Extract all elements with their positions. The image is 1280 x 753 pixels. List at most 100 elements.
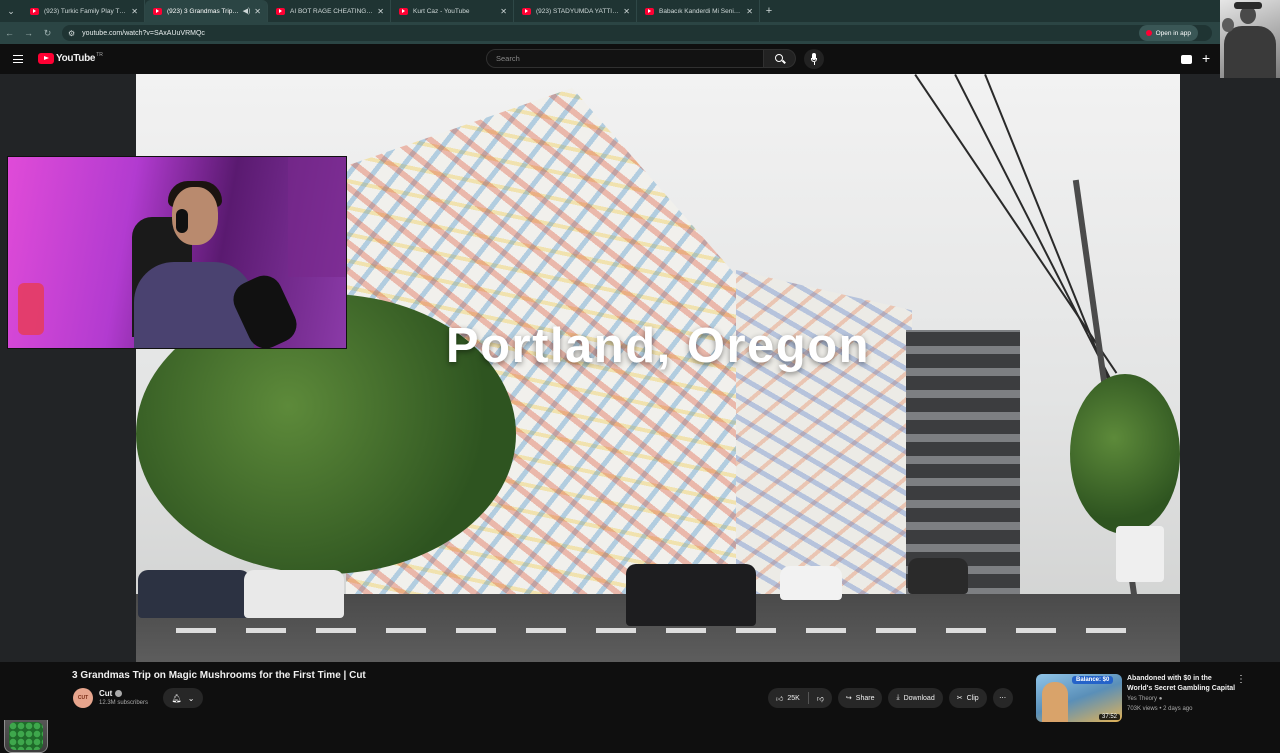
share-label: Share	[855, 694, 875, 702]
tab-close-icon[interactable]: ✕	[623, 7, 630, 16]
open-in-app-label: Open in app	[1155, 29, 1191, 37]
headset-icon	[176, 209, 188, 233]
tab-audio-icon[interactable]: ◀)	[243, 7, 251, 15]
url-text: youtube.com/watch?v=SAxAUuVRMQc	[82, 29, 205, 37]
channel-name-text: Cut	[99, 689, 113, 698]
reload-icon[interactable]: ↻	[38, 28, 57, 39]
divider	[807, 692, 809, 704]
thumbs-down-icon: 👎︎	[816, 695, 824, 703]
video-info: 3 Grandmas Trip on Magic Mushrooms for t…	[0, 662, 1280, 722]
youtube-play-icon	[38, 53, 54, 64]
url-field[interactable]: ⚙ youtube.com/watch?v=SAxAUuVRMQc	[62, 25, 1212, 41]
recommended-video-thumbnail[interactable]: Balance: $0 37:52	[1036, 674, 1122, 722]
tab-title: (923) Turkic Family Play The Te...	[44, 7, 127, 15]
cast-icon[interactable]	[1181, 55, 1192, 64]
tab-close-icon[interactable]: ✕	[377, 7, 384, 16]
forward-arrow-icon[interactable]: →	[19, 28, 38, 38]
thumbnail-badge: Balance: $0	[1072, 676, 1114, 684]
youtube-favicon-icon	[522, 7, 531, 15]
video-duration: 37:52	[1098, 714, 1120, 720]
car	[908, 558, 968, 594]
tab-title: AI BOT RAGE CHEATING ON PA...	[290, 7, 374, 15]
tab-title: Babacık Kanderdi Mi Seni? - You...	[659, 7, 742, 15]
video-actions: 👍︎ 25K 👎︎ ↪ Share ⤓ Download ✂ Clip ⋯	[768, 688, 1013, 708]
tab-close-icon[interactable]: ✕	[500, 7, 507, 16]
channel-name[interactable]: Cut	[99, 689, 123, 698]
new-tab-icon[interactable]: +	[760, 5, 778, 17]
car	[244, 570, 344, 618]
car	[138, 570, 250, 618]
jar-contents	[9, 722, 43, 750]
site-settings-icon[interactable]: ⚙	[68, 29, 75, 38]
create-plus-icon[interactable]: +	[1202, 51, 1210, 65]
tab-search-menu-icon[interactable]: ⌄	[0, 0, 22, 22]
more-horizontal-icon: ⋯	[999, 695, 1007, 702]
car	[780, 566, 842, 600]
corner-cam-coat	[1224, 26, 1276, 78]
channel-avatar[interactable]: CUT	[73, 688, 93, 708]
drink-bottle	[18, 283, 44, 335]
search-button[interactable]	[764, 49, 796, 68]
hamburger-menu-icon[interactable]	[13, 55, 23, 63]
browser-tab-2[interactable]: (923) 3 Grandmas Trip on M... ◀) ✕	[145, 0, 268, 22]
like-button[interactable]: 👍︎ 25K	[776, 694, 800, 703]
video-title: 3 Grandmas Trip on Magic Mushrooms for t…	[72, 670, 366, 681]
search-input[interactable]: Search	[486, 49, 764, 68]
share-button[interactable]: ↪ Share	[837, 688, 883, 708]
dislike-button[interactable]: 👎︎	[817, 694, 824, 703]
car	[626, 564, 756, 626]
tab-close-icon[interactable]: ✕	[746, 7, 753, 16]
verified-icon: ●	[1158, 696, 1163, 702]
browser-tab-6[interactable]: Babacık Kanderdi Mi Seni? - You... ✕	[637, 0, 760, 22]
address-bar-row: ← → ↻ ⚙ youtube.com/watch?v=SAxAUuVRMQc …	[0, 22, 1280, 44]
browser-tab-3[interactable]: AI BOT RAGE CHEATING ON PA... ✕	[268, 0, 391, 22]
webcam-window	[288, 157, 346, 277]
tab-title: (923) 3 Grandmas Trip on M...	[167, 7, 240, 15]
open-in-app-button[interactable]: Open in app	[1138, 25, 1198, 41]
youtube-logo[interactable]: YouTube TR	[38, 52, 103, 64]
tab-close-icon[interactable]: ✕	[131, 7, 138, 16]
browser-tab-5[interactable]: (923) STADYUMDA YATTIĞIN YE... ✕	[514, 0, 637, 22]
recommended-channel[interactable]: Yes Theory ●	[1127, 696, 1162, 702]
chevron-down-icon: ⌄	[187, 693, 195, 703]
corner-webcam-image	[1220, 0, 1280, 78]
region-code: TR	[96, 52, 103, 58]
more-vertical-icon[interactable]: ⋮	[1236, 674, 1246, 685]
clip-label: Clip	[966, 694, 979, 702]
verified-icon	[115, 690, 123, 697]
browser-tab-strip: ⌄ (923) Turkic Family Play The Te... ✕ (…	[0, 0, 1280, 22]
share-icon: ↪	[845, 695, 852, 702]
subscriber-count: 12.3M subscribers	[99, 700, 149, 706]
video-player[interactable]: Portland, Oregon	[0, 74, 1280, 753]
download-button[interactable]: ⤓ Download	[888, 688, 943, 708]
youtube-favicon-icon	[645, 7, 654, 15]
recommended-video-meta: 703K views • 2 days ago	[1127, 706, 1193, 712]
back-arrow-icon[interactable]: ←	[0, 28, 19, 38]
recommended-video-title[interactable]: Abandoned with $0 in the World's Secret …	[1127, 674, 1237, 694]
like-count: 25K	[787, 694, 800, 702]
youtube-wordmark: YouTube	[56, 53, 96, 64]
browser-tab-1[interactable]: (923) Turkic Family Play The Te... ✕	[22, 0, 145, 22]
youtube-favicon-icon	[30, 7, 39, 15]
youtube-header: YouTube TR Search +	[0, 44, 1280, 74]
microphone-icon-foot	[813, 62, 815, 65]
clip-button[interactable]: ✂ Clip	[948, 688, 987, 708]
streamer-webcam	[7, 156, 347, 349]
corner-cam-head-2	[1222, 18, 1234, 32]
thumbnail-person	[1042, 682, 1068, 722]
corner-cam-hat	[1234, 2, 1262, 9]
more-actions-button[interactable]: ⋯	[992, 688, 1013, 708]
voice-search-button[interactable]	[804, 49, 824, 69]
truck	[1116, 526, 1164, 582]
tab-title: Kurt Caz - YouTube	[413, 7, 470, 15]
bell-icon: 🔔︎	[171, 693, 182, 703]
youtube-favicon-icon	[276, 7, 285, 15]
thumbs-up-icon: 👍︎	[776, 695, 784, 703]
scissors-icon: ✂	[956, 695, 963, 702]
browser-tab-4[interactable]: Kurt Caz - YouTube ✕	[391, 0, 514, 22]
tab-title: (923) STADYUMDA YATTIĞIN YE...	[536, 7, 619, 15]
subscribed-button[interactable]: 🔔︎ ⌄	[163, 688, 203, 708]
download-icon: ⤓	[896, 694, 900, 701]
youtube-favicon-icon	[399, 7, 408, 15]
tab-close-icon[interactable]: ✕	[254, 7, 261, 16]
